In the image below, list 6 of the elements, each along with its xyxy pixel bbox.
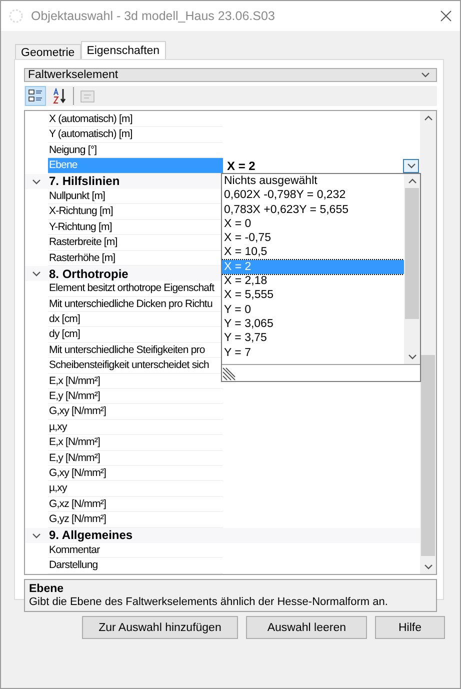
category-title: 7. Hilfslinien bbox=[48, 174, 120, 188]
window-title: Objektauswahl - 3d modell_Haus 23.06.S03 bbox=[31, 9, 276, 23]
description-title: Ebene bbox=[29, 582, 65, 595]
category-title: 8. Orthotropie bbox=[48, 266, 128, 281]
category-title: 9. Allgemeines bbox=[48, 528, 133, 542]
description-text: Gibt die Ebene des Faltwerkselements ähnlich der Hesse-Normalform an. bbox=[29, 596, 389, 608]
